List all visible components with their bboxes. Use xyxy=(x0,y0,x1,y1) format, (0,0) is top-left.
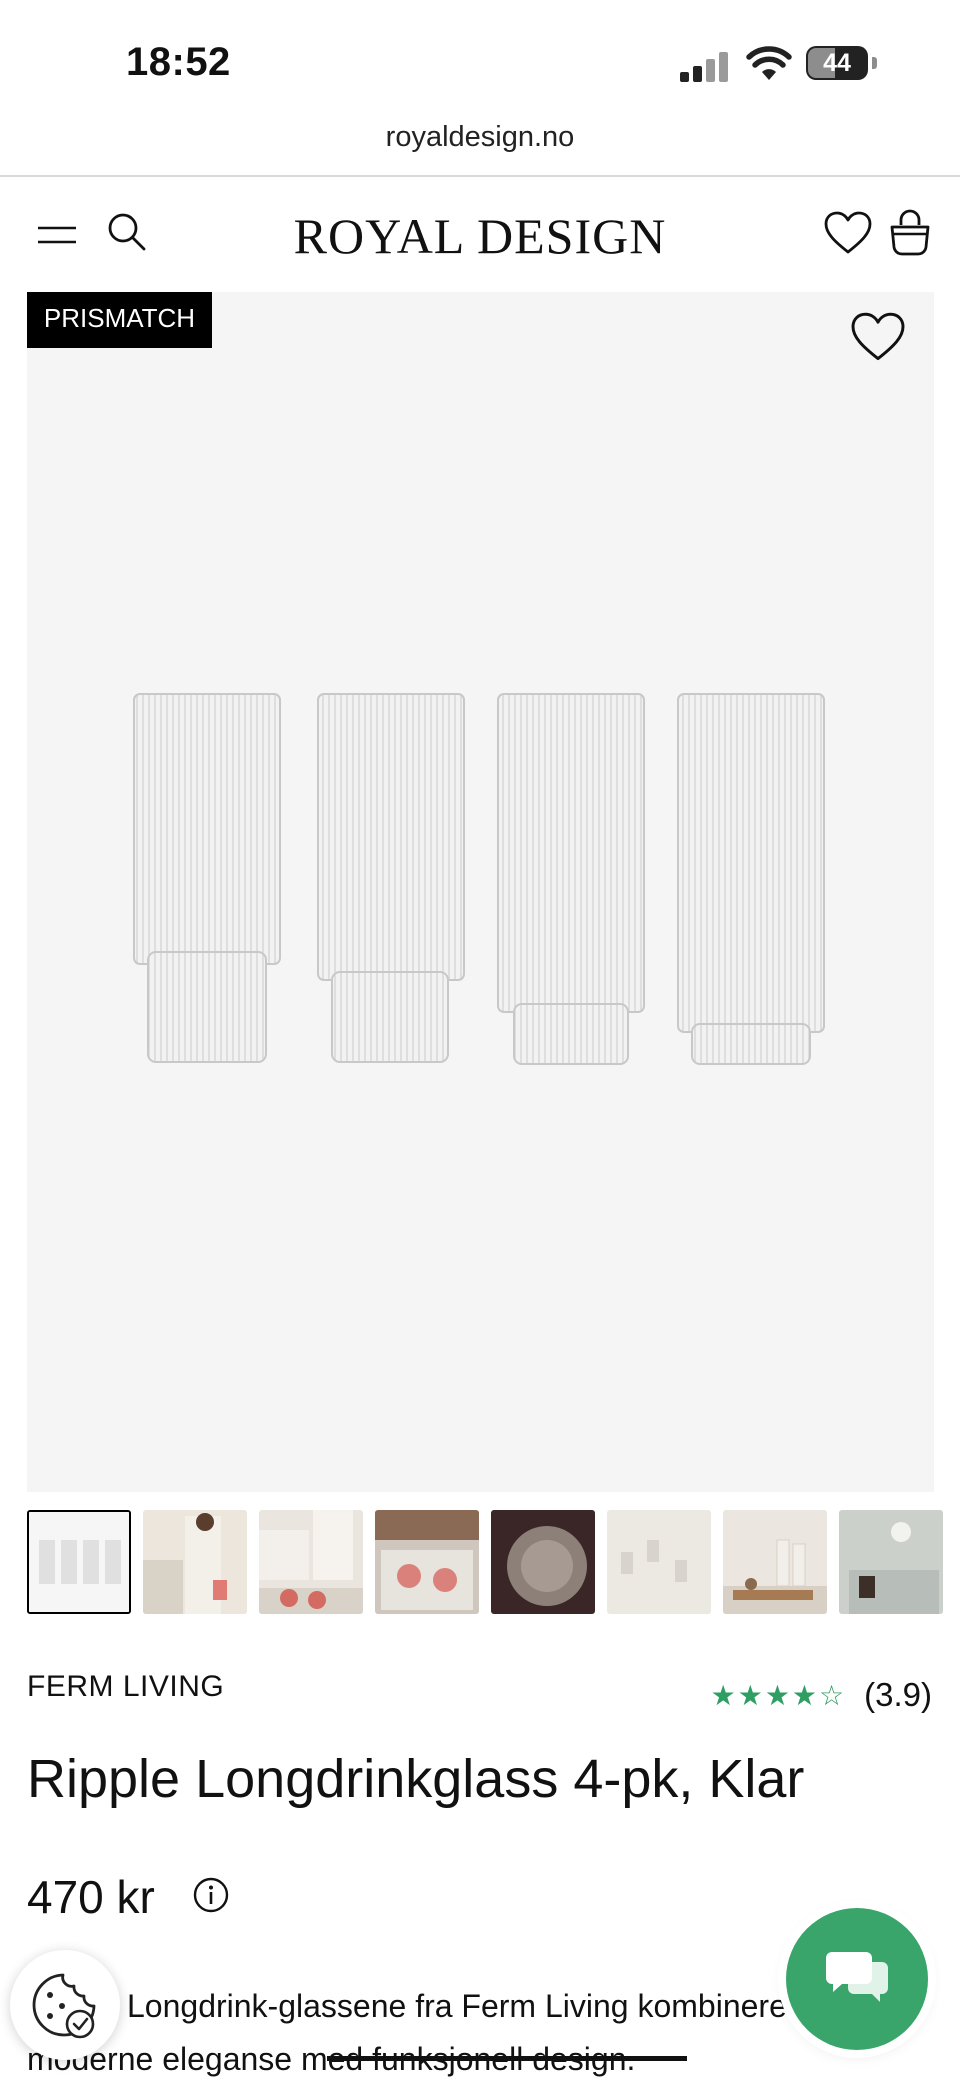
prismatch-badge: PRISMATCH xyxy=(27,292,212,348)
description-line-1: Longdrink-glassene fra Ferm Living kombi… xyxy=(127,1988,798,2024)
thumbnail-strip[interactable] xyxy=(27,1508,960,1618)
shopping-bag-icon[interactable] xyxy=(888,207,932,257)
product-price: 470 kr xyxy=(27,1871,155,1923)
status-bar: 18:52 44 xyxy=(0,0,960,110)
glass-4 xyxy=(677,693,825,1065)
glass-2 xyxy=(317,693,465,1063)
glass-1 xyxy=(133,693,281,1063)
cookie-settings-button[interactable] xyxy=(10,1950,120,2060)
site-header: ROYAL DESIGN xyxy=(0,177,960,292)
product-rating[interactable]: ★★★★☆ (3.9) xyxy=(711,1676,932,1714)
chat-bubble-icon xyxy=(826,1952,888,2002)
thumbnail-6[interactable] xyxy=(607,1510,711,1614)
add-to-wishlist-heart-icon[interactable] xyxy=(850,312,906,362)
chat-button[interactable] xyxy=(786,1908,928,2050)
thumbnail-7[interactable] xyxy=(723,1510,827,1614)
wifi-icon xyxy=(746,46,792,80)
thumbnail-4[interactable] xyxy=(375,1510,479,1614)
thumbnail-1[interactable] xyxy=(27,1510,131,1614)
cellular-signal-icon xyxy=(680,52,728,82)
thumbnail-2[interactable] xyxy=(143,1510,247,1614)
brand-name[interactable]: FERM LIVING xyxy=(27,1670,224,1704)
cookie-icon xyxy=(32,1973,96,2039)
thumbnail-3[interactable] xyxy=(259,1510,363,1614)
rating-stars: ★★★★☆ xyxy=(710,1679,847,1711)
thumbnail-8[interactable] xyxy=(839,1510,943,1614)
battery-level: 44 xyxy=(823,49,851,77)
product-title: Ripple Longdrinkglass 4-pk, Klar xyxy=(27,1749,805,1809)
site-logo[interactable]: ROYAL DESIGN xyxy=(0,207,960,265)
battery-indicator: 44 xyxy=(806,46,877,80)
glass-3 xyxy=(497,693,645,1065)
address-bar[interactable]: royaldesign.no xyxy=(0,112,960,174)
status-time: 18:52 xyxy=(126,40,231,84)
glasses-illustration xyxy=(133,693,825,1065)
rating-value: (3.9) xyxy=(864,1676,932,1713)
info-icon[interactable] xyxy=(192,1876,230,1914)
thumbnail-5[interactable] xyxy=(491,1510,595,1614)
strike-line xyxy=(327,2056,687,2061)
wishlist-heart-icon[interactable] xyxy=(824,211,872,255)
